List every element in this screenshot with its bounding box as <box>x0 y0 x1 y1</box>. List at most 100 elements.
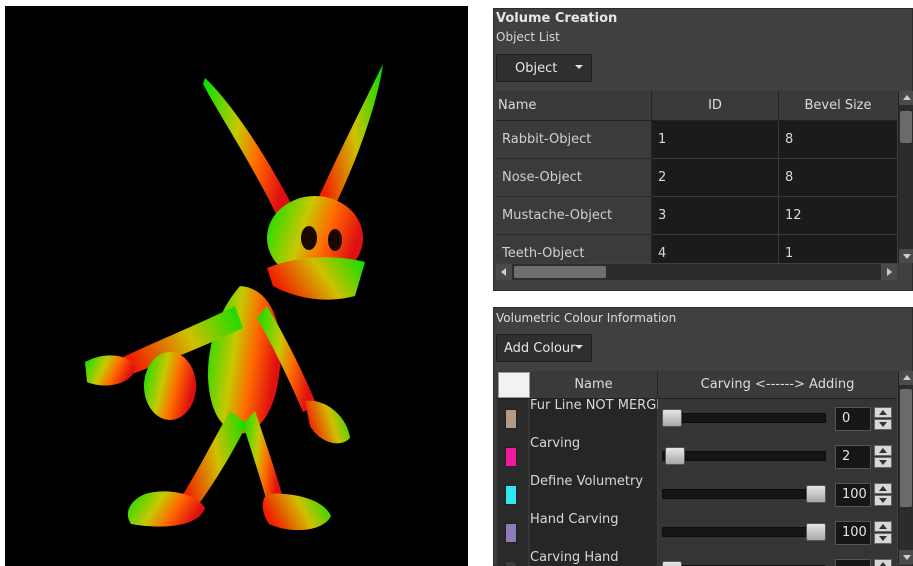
decrement-arrow-icon[interactable] <box>874 457 892 468</box>
column-header-carving-adding[interactable]: Carving <------> Adding <box>658 371 897 399</box>
column-header-name[interactable]: Name <box>530 371 658 399</box>
object-table: Name ID Bevel Size Rabbit-Object 1 8 Nos… <box>496 91 897 263</box>
carving-adding-slider[interactable] <box>662 489 826 499</box>
rabbit-render-image <box>85 64 383 531</box>
decrement-arrow-icon[interactable] <box>874 533 892 544</box>
chevron-down-icon <box>575 345 583 349</box>
colour-table-vertical-scrollbar[interactable] <box>898 371 913 564</box>
scroll-up-icon[interactable] <box>899 371 913 385</box>
colour-name-cell[interactable]: Hand Carving <box>530 512 658 551</box>
slider-handle[interactable] <box>806 485 826 503</box>
colour-name-cell[interactable]: Carving Hand <box>530 550 658 566</box>
colour-swatch-cell[interactable] <box>498 399 528 437</box>
object-list-label: Object List <box>496 30 560 44</box>
slider-handle[interactable] <box>662 561 682 566</box>
row-bevel-cell[interactable]: 8 <box>779 159 897 197</box>
colour-swatch[interactable] <box>505 447 517 467</box>
colour-name: Carving Hand <box>530 550 619 565</box>
swatch-column-header[interactable] <box>498 372 530 398</box>
decrement-arrow-icon[interactable] <box>874 495 892 506</box>
colour-row[interactable]: Fur Line NOT MERGED 0 <box>496 398 897 438</box>
scrollbar-thumb[interactable] <box>514 266 606 278</box>
colour-swatch-cell[interactable] <box>498 513 528 551</box>
increment-arrow-icon[interactable] <box>874 445 892 456</box>
colour-swatch-cell[interactable] <box>498 437 528 475</box>
slider-handle[interactable] <box>664 447 685 465</box>
scroll-up-icon[interactable] <box>899 91 913 105</box>
row-bevel-cell[interactable]: 12 <box>779 197 897 235</box>
colour-swatch[interactable] <box>505 409 517 429</box>
table-row[interactable]: Rabbit-Object 1 8 <box>496 121 897 159</box>
value-stepper[interactable] <box>874 521 892 545</box>
slider-handle[interactable] <box>662 409 682 427</box>
increment-arrow-icon[interactable] <box>874 483 892 494</box>
increment-arrow-icon[interactable] <box>874 521 892 532</box>
colour-row[interactable]: Carving 2 <box>496 436 897 476</box>
value-stepper[interactable] <box>874 483 892 507</box>
carving-adding-slider[interactable] <box>662 527 826 537</box>
row-id-cell[interactable]: 3 <box>652 197 779 235</box>
row-bevel-cell[interactable]: 1 <box>779 235 897 263</box>
row-name-cell[interactable]: Teeth-Object <box>496 235 652 263</box>
carving-value-field[interactable]: 0 <box>835 407 871 431</box>
volumetric-colour-panel: Volumetric Colour Information Add Colour… <box>493 307 913 566</box>
row-bevel-cell[interactable]: 8 <box>779 121 897 159</box>
3d-viewport[interactable] <box>5 6 468 566</box>
row-name-cell[interactable]: Mustache-Object <box>496 197 652 235</box>
carving-adding-slider[interactable] <box>662 451 826 461</box>
carving-adding-slider[interactable] <box>662 413 826 423</box>
column-header-bevel-size[interactable]: Bevel Size <box>779 91 897 121</box>
colour-name: Hand Carving <box>530 512 619 527</box>
column-header-name[interactable]: Name <box>496 91 652 121</box>
value-stepper[interactable] <box>874 559 892 566</box>
column-header-id[interactable]: ID <box>652 91 779 121</box>
carving-value-field[interactable]: 100 <box>835 521 871 545</box>
row-name-cell[interactable]: Nose-Object <box>496 159 652 197</box>
value-stepper[interactable] <box>874 407 892 431</box>
object-dropdown-button[interactable]: Object <box>496 54 592 82</box>
scroll-down-icon[interactable] <box>899 550 913 564</box>
carving-value-field[interactable]: 100 <box>835 483 871 507</box>
colour-name-cell[interactable]: Fur Line NOT MERGED <box>530 398 658 437</box>
object-dropdown-label: Object <box>515 60 558 76</box>
object-table-horizontal-scrollbar[interactable] <box>496 264 897 280</box>
scrollbar-thumb[interactable] <box>900 389 912 507</box>
colour-row[interactable]: Carving Hand <box>496 550 897 566</box>
row-id-cell[interactable]: 4 <box>652 235 779 263</box>
object-table-header: Name ID Bevel Size <box>496 91 897 121</box>
table-row[interactable]: Teeth-Object 4 1 <box>496 235 897 263</box>
colour-swatch[interactable] <box>505 561 517 566</box>
chevron-down-icon <box>575 65 583 69</box>
add-colour-button[interactable]: Add Colour <box>496 334 592 362</box>
colour-name-cell[interactable]: Define Volumetry <box>530 474 658 513</box>
colour-table: Name Carving <------> Adding Fur Line NO… <box>496 371 897 566</box>
value-stepper[interactable] <box>874 445 892 469</box>
colour-table-header: Name Carving <------> Adding <box>496 371 897 399</box>
decrement-arrow-icon[interactable] <box>874 419 892 430</box>
scroll-left-icon[interactable] <box>496 264 512 280</box>
row-name-cell[interactable]: Rabbit-Object <box>496 121 652 159</box>
volume-creation-title: Volume Creation <box>496 11 618 26</box>
table-row[interactable]: Mustache-Object 3 12 <box>496 197 897 235</box>
increment-arrow-icon[interactable] <box>874 559 892 566</box>
row-id-cell[interactable]: 2 <box>652 159 779 197</box>
add-colour-label: Add Colour <box>504 340 576 356</box>
colour-swatch-cell[interactable] <box>498 475 528 513</box>
colour-swatch[interactable] <box>505 485 517 505</box>
colour-name-cell[interactable]: Carving <box>530 436 658 475</box>
carving-value-field[interactable] <box>835 559 871 566</box>
increment-arrow-icon[interactable] <box>874 407 892 418</box>
scroll-right-icon[interactable] <box>881 264 897 280</box>
colour-row[interactable]: Define Volumetry 100 <box>496 474 897 514</box>
scrollbar-thumb[interactable] <box>900 111 912 143</box>
row-id-cell[interactable]: 1 <box>652 121 779 159</box>
colour-name: Fur Line NOT MERGED <box>530 398 658 413</box>
colour-row[interactable]: Hand Carving 100 <box>496 512 897 552</box>
object-table-vertical-scrollbar[interactable] <box>898 91 913 263</box>
carving-value-field[interactable]: 2 <box>835 445 871 469</box>
colour-swatch[interactable] <box>505 523 517 543</box>
slider-handle[interactable] <box>806 523 826 541</box>
table-row[interactable]: Nose-Object 2 8 <box>496 159 897 197</box>
colour-swatch-cell[interactable] <box>498 551 528 566</box>
scroll-down-icon[interactable] <box>899 249 913 263</box>
